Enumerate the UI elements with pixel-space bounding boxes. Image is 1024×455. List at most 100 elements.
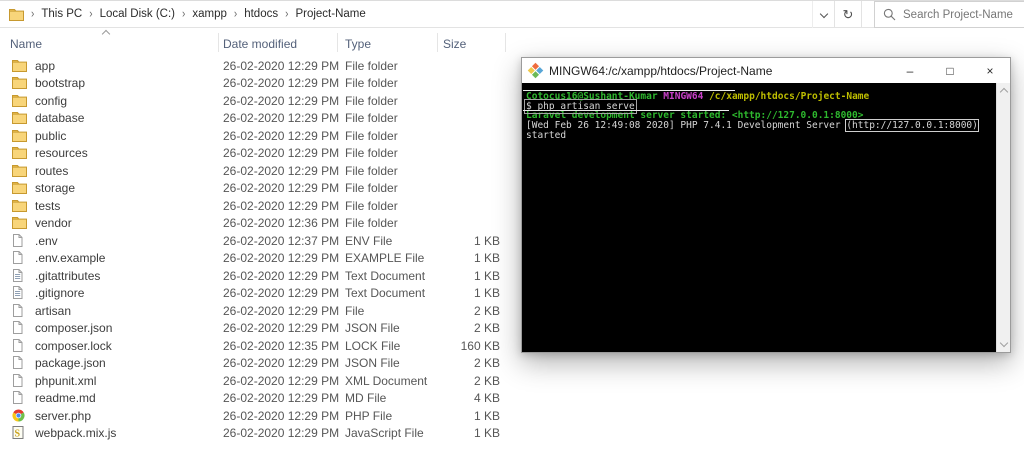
scroll-up-icon[interactable]: [1000, 88, 1008, 96]
folder-icon: [12, 198, 27, 212]
table-row[interactable]: composer.lock26-02-2020 12:35 PMLOCK Fil…: [0, 337, 512, 355]
column-header-type[interactable]: Type: [345, 37, 371, 51]
terminal-title: MINGW64:/c/xampp/htdocs/Project-Name: [549, 64, 772, 78]
php-server-text: [Wed Feb 26 12:49:08 2020] PHP 7.4.1 Dev…: [526, 120, 841, 131]
scroll-down-icon[interactable]: [1000, 339, 1008, 347]
file-type: Text Document: [345, 286, 425, 300]
started-text: started: [526, 130, 566, 141]
maximize-button[interactable]: □: [930, 58, 970, 83]
file-blank-icon: [12, 321, 27, 335]
table-row[interactable]: storage26-02-2020 12:29 PMFile folder: [0, 180, 512, 198]
column-header-date[interactable]: Date modified: [223, 37, 297, 51]
file-name: .gitattributes: [35, 269, 100, 283]
table-row[interactable]: resources26-02-2020 12:29 PMFile folder: [0, 145, 512, 163]
column-separator[interactable]: [505, 33, 506, 52]
folder-icon: [12, 216, 27, 230]
search-icon: [883, 8, 896, 21]
table-row[interactable]: readme.md26-02-2020 12:29 PMMD File4 KB: [0, 390, 512, 408]
file-size: 2 KB: [430, 374, 500, 388]
column-header-name[interactable]: Name: [10, 37, 42, 51]
table-row[interactable]: tests26-02-2020 12:29 PMFile folder: [0, 197, 512, 215]
table-row[interactable]: composer.json26-02-2020 12:29 PMJSON Fil…: [0, 320, 512, 338]
file-list: app26-02-2020 12:29 PMFile folderbootstr…: [0, 57, 512, 442]
column-separator[interactable]: [437, 33, 438, 52]
folder-icon: [12, 163, 27, 177]
file-text-icon: [12, 286, 27, 300]
table-row[interactable]: config26-02-2020 12:29 PMFile folder: [0, 92, 512, 110]
terminal-output[interactable]: Cotocus16@Sushant-Kumar MINGW64 /c/xampp…: [522, 83, 996, 352]
breadcrumb-item[interactable]: Project-Name: [295, 8, 365, 20]
breadcrumb: ›This PC›Local Disk (C:)›xampp›htdocs›Pr…: [0, 8, 366, 21]
file-type: File folder: [345, 199, 398, 213]
table-row[interactable]: bootstrap26-02-2020 12:29 PMFile folder: [0, 75, 512, 93]
annotation-line: [523, 110, 729, 111]
file-name: storage: [35, 181, 75, 195]
file-size: 2 KB: [430, 321, 500, 335]
table-row[interactable]: app26-02-2020 12:29 PMFile folder: [0, 57, 512, 75]
file-date: 26-02-2020 12:29 PM: [223, 426, 339, 440]
table-row[interactable]: vendor26-02-2020 12:36 PMFile folder: [0, 215, 512, 233]
file-name: routes: [35, 164, 68, 178]
folder-icon: [9, 8, 24, 21]
file-type: File folder: [345, 216, 398, 230]
terminal-started-line: started: [526, 131, 996, 141]
file-date: 26-02-2020 12:35 PM: [223, 339, 339, 353]
table-row[interactable]: .gitignore 26-02-2020 12:29 PM Text Docume…: [0, 285, 512, 303]
terminal-scrollbar[interactable]: [996, 83, 1010, 352]
terminal-window[interactable]: MINGW64:/c/xampp/htdocs/Project-Name – □…: [521, 57, 1011, 353]
table-row[interactable]: database26-02-2020 12:29 PMFile folder: [0, 110, 512, 128]
column-header-size[interactable]: Size: [443, 37, 466, 51]
file-size: 2 KB: [430, 304, 500, 318]
file-name: composer.lock: [35, 339, 112, 353]
breadcrumb-item[interactable]: htdocs: [244, 8, 278, 20]
file-date: 26-02-2020 12:36 PM: [223, 216, 339, 230]
file-type: EXAMPLE File: [345, 251, 424, 265]
breadcrumb-item[interactable]: Local Disk (C:): [100, 8, 175, 20]
folder-icon: [12, 93, 27, 107]
file-blank-icon: [12, 251, 27, 265]
address-bar[interactable]: ›This PC›Local Disk (C:)›xampp›htdocs›Pr…: [0, 0, 1024, 28]
file-name: composer.json: [35, 321, 112, 335]
file-type: MD File: [345, 391, 386, 405]
file-date: 26-02-2020 12:29 PM: [223, 146, 339, 160]
search-input[interactable]: Search Project-Name: [874, 1, 1024, 28]
file-type: File folder: [345, 94, 398, 108]
file-size: 1 KB: [430, 426, 500, 440]
breadcrumb-item[interactable]: This PC: [41, 8, 82, 20]
svg-text:S: S: [15, 429, 21, 440]
file-date: 26-02-2020 12:29 PM: [223, 304, 339, 318]
file-name: resources: [35, 146, 88, 160]
file-type: File folder: [345, 111, 398, 125]
file-size: 160 KB: [430, 339, 500, 353]
address-dropdown-button[interactable]: [812, 1, 834, 28]
file-date: 26-02-2020 12:29 PM: [223, 286, 339, 300]
table-row[interactable]: .gitattributes26-02-2020 12:29 PMText Do…: [0, 267, 512, 285]
column-separator[interactable]: [337, 33, 338, 52]
table-row[interactable]: server.php26-02-2020 12:29 PMPHP File1 K…: [0, 407, 512, 425]
table-row[interactable]: Swebpack.mix.js26-02-2020 12:29 PMJavaSc…: [0, 425, 512, 443]
folder-icon: [12, 146, 27, 160]
table-row[interactable]: routes26-02-2020 12:29 PMFile folder: [0, 162, 512, 180]
table-row[interactable]: package.json26-02-2020 12:29 PMJSON File…: [0, 355, 512, 373]
folder-icon: [12, 128, 27, 142]
breadcrumb-separator: ›: [285, 7, 288, 20]
table-row[interactable]: public26-02-2020 12:29 PMFile folder: [0, 127, 512, 145]
table-row[interactable]: phpunit.xml26-02-2020 12:29 PMXML Docume…: [0, 372, 512, 390]
file-size: 4 KB: [430, 391, 500, 405]
table-row[interactable]: artisan26-02-2020 12:29 PMFile2 KB: [0, 302, 512, 320]
file-date: 26-02-2020 12:29 PM: [223, 129, 339, 143]
prompt-path: /c/xampp/htdocs/Project-Name: [709, 91, 869, 102]
column-separator[interactable]: [218, 33, 219, 52]
table-row[interactable]: .env26-02-2020 12:37 PMENV File1 KB: [0, 232, 512, 250]
breadcrumb-item[interactable]: xampp: [192, 8, 227, 20]
file-type: XML Document: [345, 374, 427, 388]
minimize-button[interactable]: –: [890, 58, 930, 83]
folder-icon: [12, 111, 27, 125]
terminal-titlebar[interactable]: MINGW64:/c/xampp/htdocs/Project-Name – □…: [522, 58, 1010, 83]
close-button[interactable]: ×: [970, 58, 1010, 83]
file-name: .gitignore: [35, 286, 84, 300]
file-type: File folder: [345, 164, 398, 178]
file-blank-icon: [12, 373, 27, 387]
refresh-button[interactable]: ↻: [834, 1, 862, 28]
table-row[interactable]: .env.example26-02-2020 12:29 PMEXAMPLE F…: [0, 250, 512, 268]
